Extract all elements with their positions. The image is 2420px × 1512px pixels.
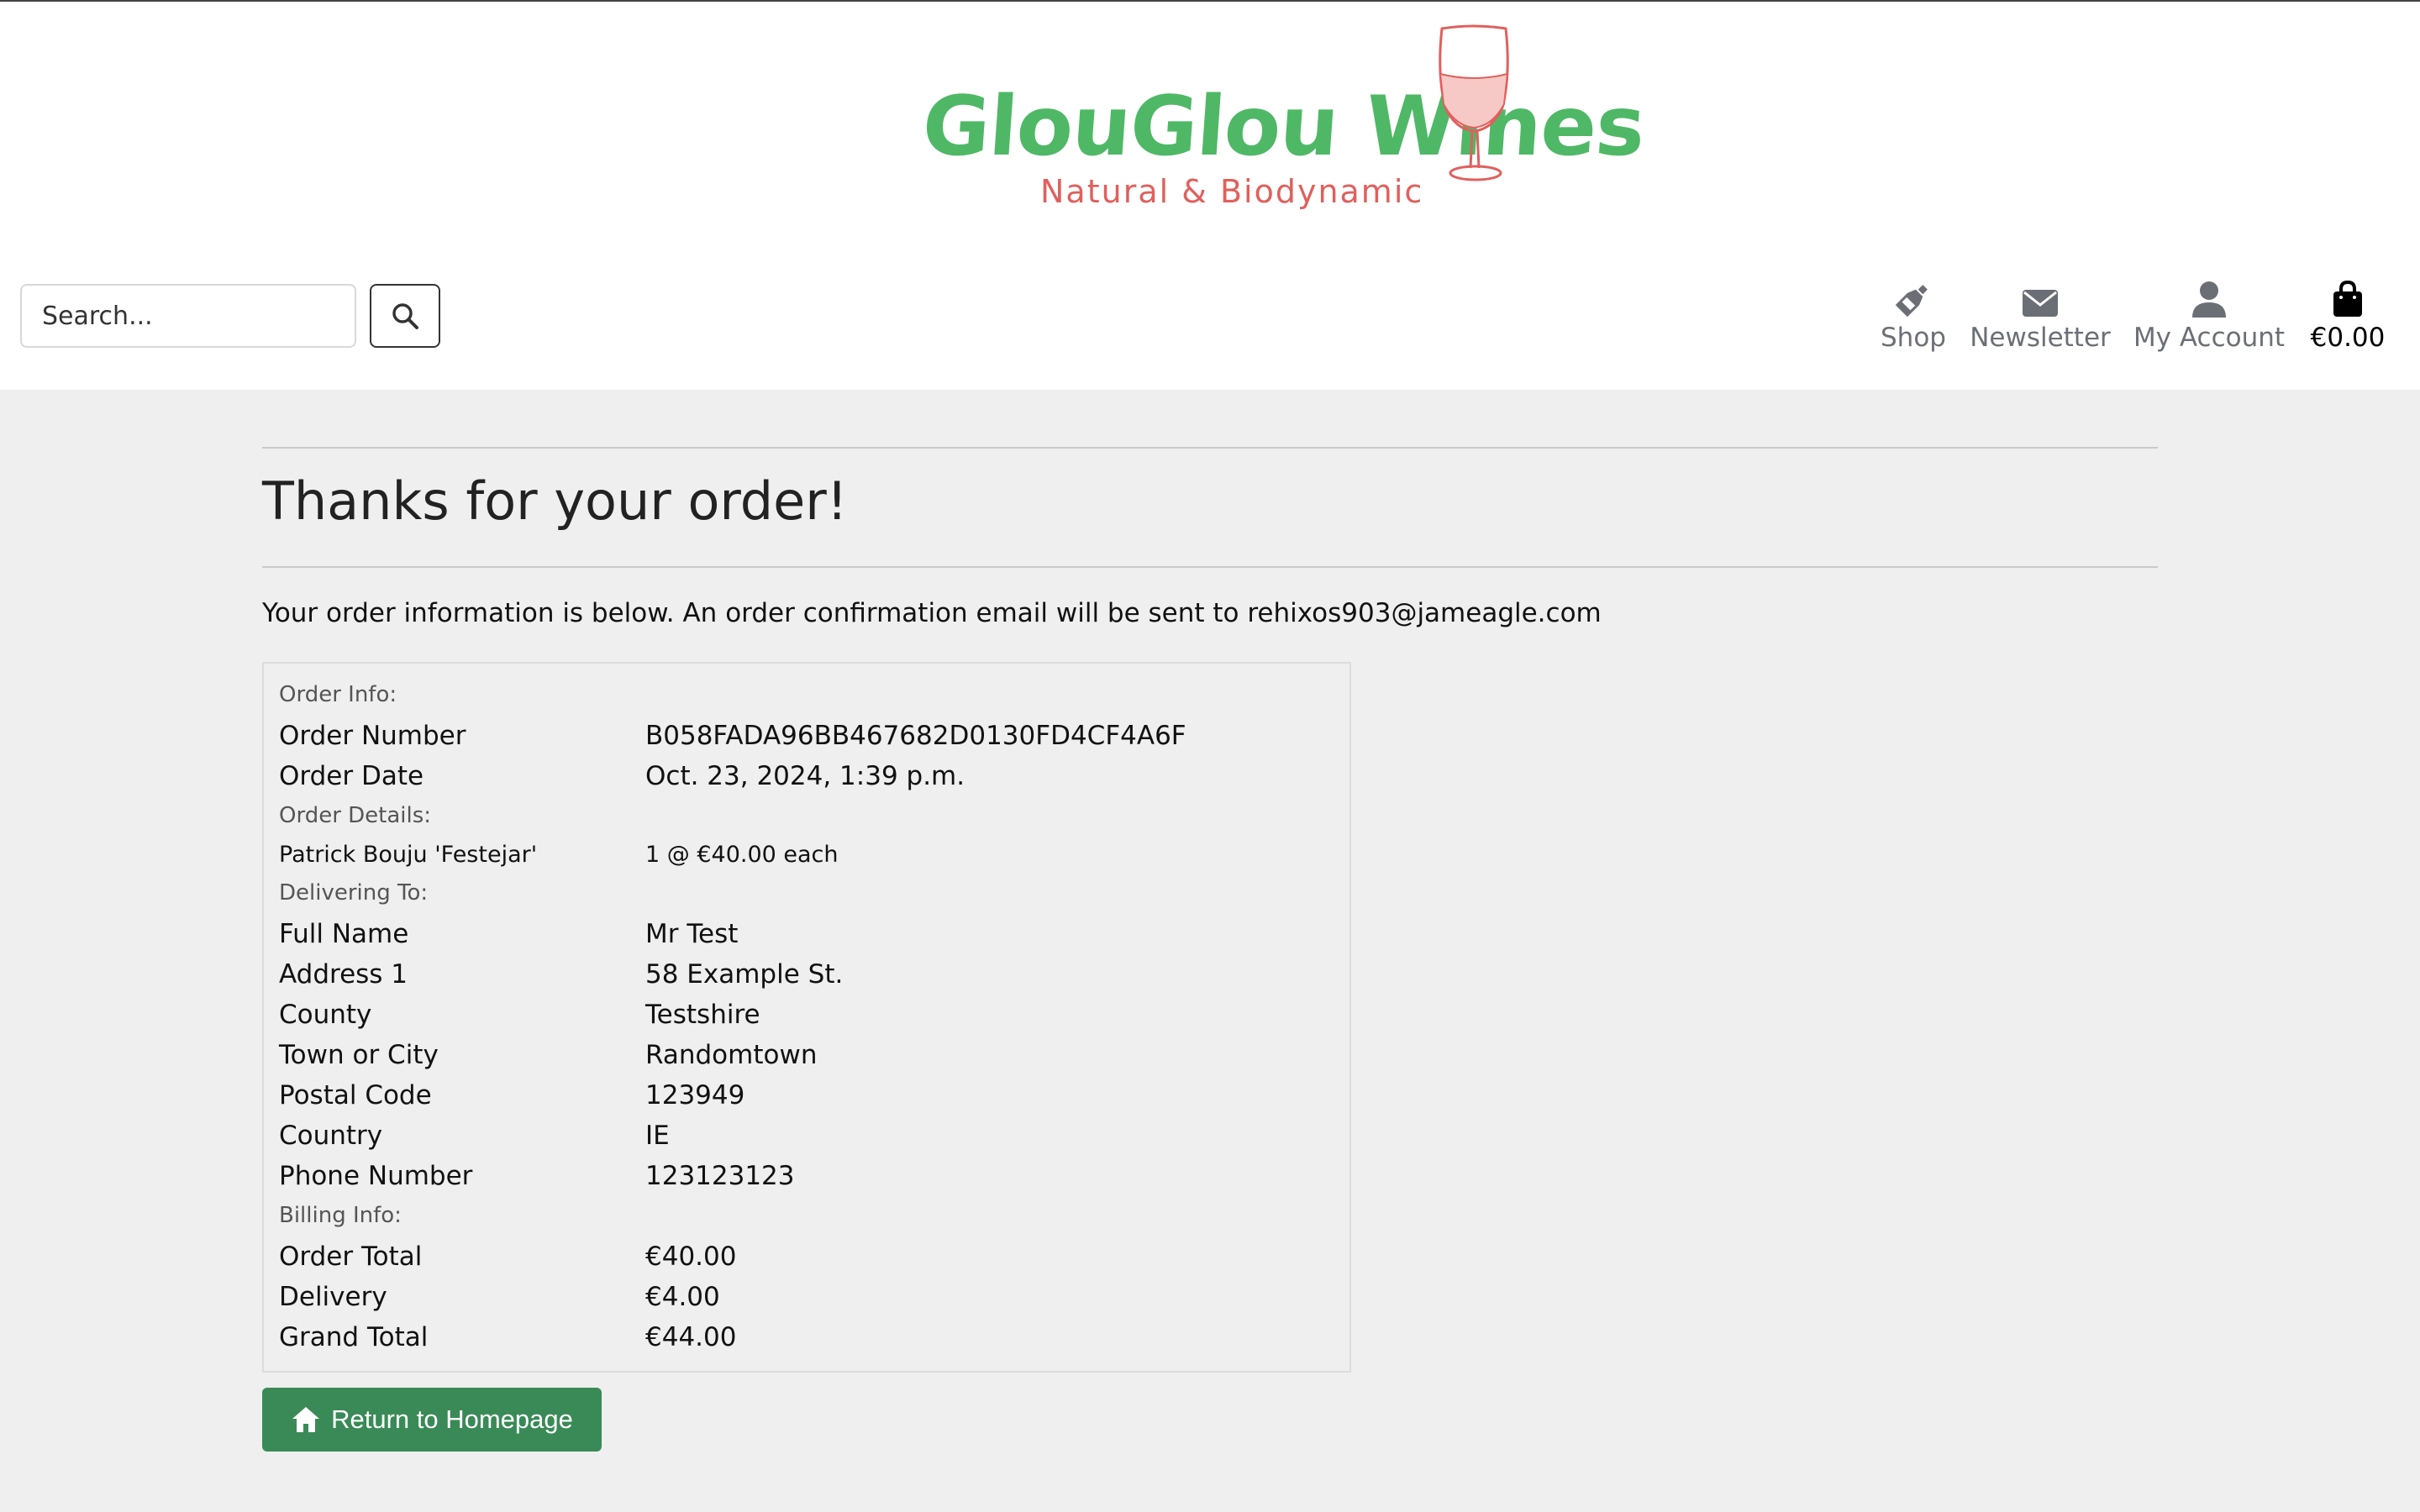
- delivery-value: Testshire: [645, 1000, 760, 1030]
- envelope-icon: [2023, 290, 2058, 317]
- nav-shop[interactable]: Shop: [1879, 276, 1948, 360]
- delivery-label: Phone Number: [279, 1161, 473, 1191]
- delivery-value: Randomtown: [645, 1040, 818, 1070]
- order-intro-text: Your order information is below. An orde…: [262, 598, 1602, 628]
- order-number-label: Order Number: [279, 721, 466, 751]
- search-button[interactable]: [370, 284, 440, 348]
- page-title: Thanks for your order!: [262, 470, 848, 532]
- nav-shopping-bag[interactable]: €0.00: [2306, 276, 2390, 360]
- delivery-label: Country: [279, 1121, 383, 1151]
- nav-my-account-label: My Account: [2133, 323, 2286, 353]
- logo-title: GlouGlou Wines: [919, 79, 1648, 175]
- return-to-homepage-button[interactable]: Return to Homepage: [262, 1388, 602, 1452]
- search-icon: [392, 303, 418, 329]
- user-icon: [2192, 281, 2226, 318]
- bag-total: €0.00: [2310, 323, 2386, 353]
- delivery-label: Postal Code: [279, 1080, 432, 1110]
- billing-label: Order Total: [279, 1242, 423, 1272]
- order-number-value: B058FADA96BB467682D0130FD4CF4A6F: [645, 721, 1186, 751]
- grand-total-value: €44.00: [645, 1322, 737, 1352]
- wine-bottle-icon: [1895, 285, 1928, 318]
- nav-newsletter[interactable]: Newsletter: [1968, 276, 2112, 360]
- logo-tagline: Natural & Biodynamic: [1040, 173, 1424, 210]
- line-item-qty-price: 1 @ €40.00 each: [645, 842, 839, 868]
- nav-my-account[interactable]: My Account: [2131, 276, 2287, 360]
- divider: [262, 566, 2158, 568]
- order-summary-card: Order Info: Order Number B058FADA96BB467…: [262, 662, 1351, 1373]
- search-input[interactable]: [20, 284, 356, 348]
- delivery-label: County: [279, 1000, 372, 1030]
- delivery-value: 123123123: [645, 1161, 795, 1191]
- wine-glass-icon: [1439, 24, 1509, 181]
- delivery-value: 58 Example St.: [645, 959, 844, 990]
- delivery-value: IE: [645, 1121, 670, 1151]
- nav-newsletter-label: Newsletter: [1970, 323, 2111, 353]
- delivery-label: Full Name: [279, 919, 409, 949]
- divider: [262, 447, 2158, 449]
- nav-shop-label: Shop: [1881, 323, 1946, 353]
- delivery-value: 123949: [645, 1080, 745, 1110]
- home-icon: [292, 1407, 320, 1432]
- return-to-homepage-label: Return to Homepage: [331, 1404, 573, 1434]
- shopping-bag-icon: [2333, 281, 2362, 317]
- billing-label: Delivery: [279, 1282, 387, 1312]
- delivery-label: Address 1: [279, 959, 408, 990]
- site-logo[interactable]: GlouGlou Wines Natural & Biodynamic: [916, 24, 1648, 217]
- billing-value: €4.00: [645, 1282, 720, 1312]
- delivery-label: Town or City: [279, 1040, 439, 1070]
- site-header: GlouGlou Wines Natural & Biodynamic Sh: [0, 2, 2420, 390]
- billing-value: €40.00: [645, 1242, 737, 1272]
- delivery-value: Mr Test: [645, 919, 739, 949]
- line-item-name: Patrick Bouju 'Festejar': [279, 842, 538, 868]
- billing-label: Grand Total: [279, 1322, 429, 1352]
- order-date-value: Oct. 23, 2024, 1:39 p.m.: [645, 761, 965, 791]
- order-date-label: Order Date: [279, 761, 424, 791]
